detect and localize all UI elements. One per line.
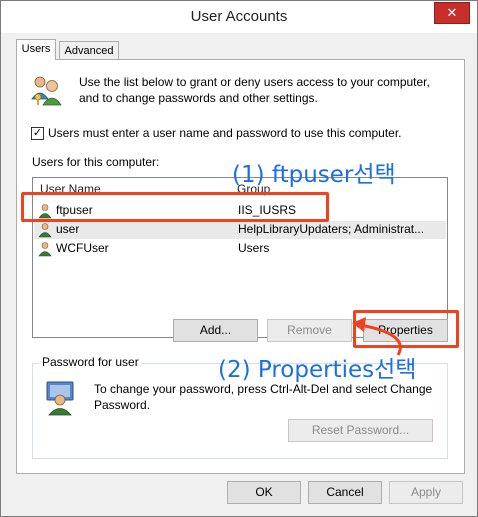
users-list-label: Users for this computer: [32,155,160,169]
user-password-icon [46,381,74,416]
window-title: User Accounts [190,8,288,25]
title-bar: User Accounts ✕ [1,1,477,33]
user-icon [38,242,52,257]
user-row-wcfuser[interactable]: WCFUser Users [34,240,446,258]
annotation-step-1: (1) ftpuser선택 [232,162,396,188]
user-name-cell: WCFUser [56,241,109,255]
intro-text: Use the list below to grant or deny user… [79,75,430,105]
require-login-label: Users must enter a user name and passwor… [48,126,402,140]
tab-users[interactable]: Users [16,39,56,60]
users-tab-panel: Use the list below to grant or deny user… [16,59,465,474]
remove-button[interactable]: Remove [267,319,352,342]
reset-password-button[interactable]: Reset Password... [288,419,433,442]
close-button[interactable]: ✕ [434,2,470,24]
password-group-title: Password for user [39,355,142,369]
apply-button[interactable]: Apply [389,481,463,504]
annotation-step-2: (2) Properties선택 [218,357,417,383]
password-instructions: To change your password, press Ctrl-Alt-… [94,382,433,412]
require-login-checkbox[interactable]: ✓ [31,127,44,140]
user-row-user[interactable]: user HelpLibraryUpdaters; Administrat... [34,221,446,239]
ftpuser-highlight-box [21,192,329,222]
user-group-cell: Users [238,241,270,255]
cancel-button[interactable]: Cancel [308,481,382,504]
user-accounts-window: User Accounts ✕ Users Advanced Use the l… [0,0,478,517]
user-name-cell: user [56,222,80,236]
user-icon [38,223,52,238]
users-icon [31,76,62,106]
properties-highlight-box [353,310,459,348]
user-group-cell: HelpLibraryUpdaters; Administrat... [238,222,425,236]
add-button[interactable]: Add... [173,319,258,342]
tab-advanced[interactable]: Advanced [59,41,119,60]
ok-button[interactable]: OK [227,481,301,504]
